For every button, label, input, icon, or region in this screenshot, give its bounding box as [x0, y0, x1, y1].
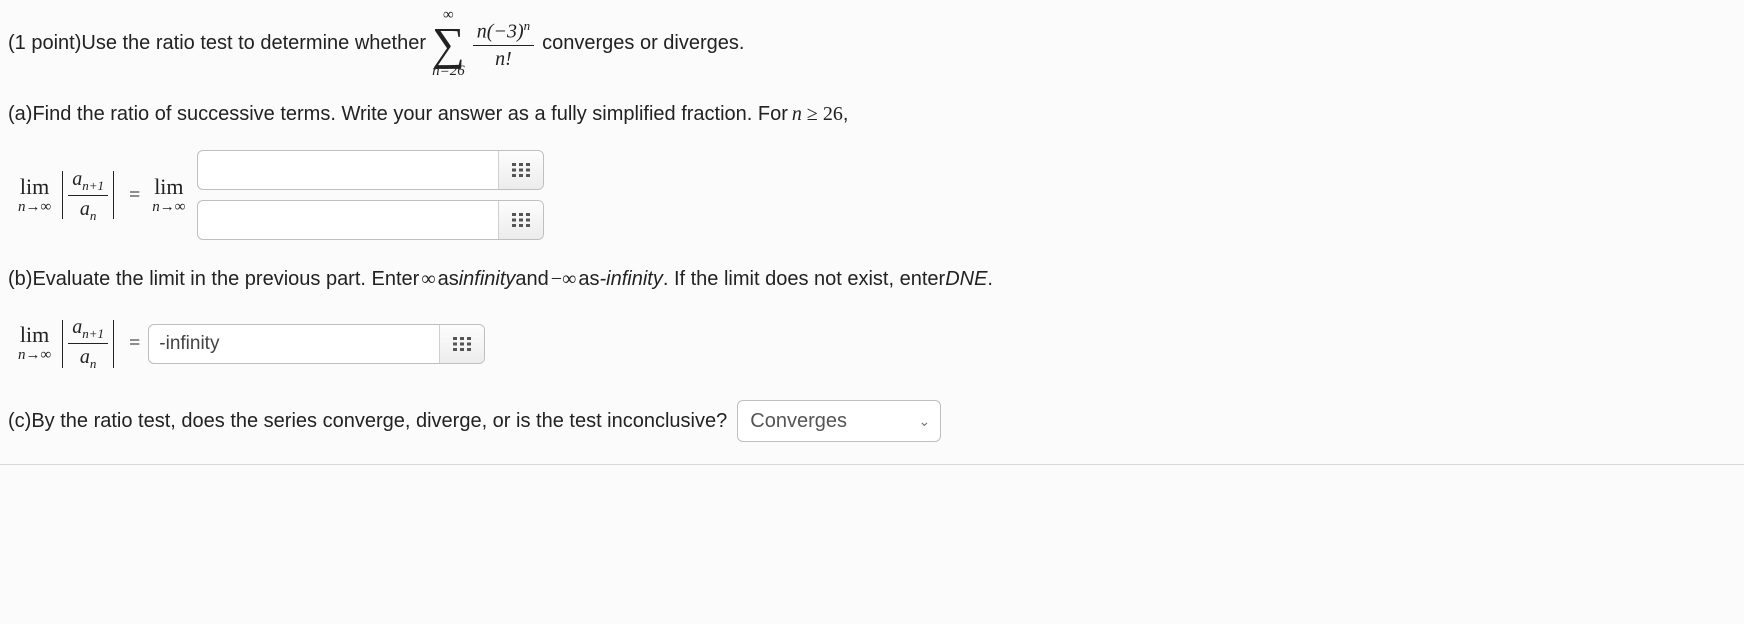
convergence-select[interactable]: Converges ⌄ [737, 400, 941, 442]
ratio-num-a-b: a [72, 316, 82, 338]
denominator-input-wrap [197, 200, 544, 240]
ratio-input-fraction [197, 150, 544, 240]
keypad-icon [512, 163, 530, 177]
sigma-lower: n=26 [432, 64, 465, 79]
sigma-symbol: ∑ [432, 23, 465, 64]
part-b-tail: . [987, 268, 993, 291]
keypad-icon [453, 337, 471, 351]
part-b-t5: . If the limit does not exist, enter [663, 268, 945, 291]
equals-b: = [129, 332, 140, 355]
points-label: (1 point) [8, 32, 81, 55]
ratio-num-sub: n+1 [82, 178, 104, 193]
equals-1: = [129, 184, 140, 207]
lim-sub-2: n→∞ [152, 200, 185, 215]
dne-label: DNE [945, 268, 987, 291]
lim-sub-b: n→∞ [18, 348, 51, 363]
part-c-label: (c) [8, 410, 31, 433]
abs-ratio: an+1 an [59, 167, 117, 224]
part-a-tail: , [843, 103, 849, 126]
limit-input-wrap [148, 324, 485, 364]
inf-sym: ∞ [421, 268, 435, 291]
lim-text-b: lim [20, 324, 49, 346]
part-b-t3: and [515, 268, 548, 291]
part-b-label: (b) [8, 268, 32, 291]
term-denominator: n! [491, 47, 516, 71]
part-b-t2: as [438, 268, 459, 291]
cond-rel: ≥ 26 [802, 103, 843, 125]
part-a-equation: lim n→∞ an+1 an = lim n→∞ [14, 150, 1736, 240]
keypad-button-num[interactable] [498, 151, 543, 189]
chevron-down-icon: ⌄ [919, 413, 931, 430]
problem-statement: (1 point) Use the ratio test to determin… [8, 8, 1736, 79]
part-b-equation: lim n→∞ an+1 an = [14, 315, 1736, 372]
part-c: (c) By the ratio test, does the series c… [8, 400, 1736, 442]
intro-before: Use the ratio test to determine whether [81, 32, 426, 55]
part-b-t1: Evaluate the limit in the previous part.… [32, 268, 419, 291]
part-a-text: (a) Find the ratio of successive terms. … [8, 103, 1736, 126]
term-numerator: n(−3)n [473, 17, 534, 44]
lim-b: lim n→∞ [18, 324, 51, 363]
ratio-den-a-b: a [80, 346, 90, 368]
ratio-den-a: a [80, 198, 90, 220]
select-value: Converges [750, 410, 847, 433]
denominator-input[interactable] [198, 201, 498, 239]
lim-sub: n→∞ [18, 200, 51, 215]
part-c-text: By the ratio test, does the series conve… [31, 410, 727, 433]
lim-right: lim n→∞ [152, 176, 185, 215]
limit-input[interactable] [149, 325, 439, 363]
ratio-frac-b: an+1 an [68, 315, 108, 372]
ratio-num-sub-b: n+1 [82, 326, 104, 341]
keypad-button-b[interactable] [439, 325, 484, 363]
cond-var: n [792, 103, 802, 125]
term-num-base: n(−3) [477, 21, 524, 43]
term-num-exp: n [524, 18, 531, 33]
part-b-t4: as [578, 268, 599, 291]
ratio-den-sub-b: n [90, 356, 97, 371]
part-a-body: Find the ratio of successive terms. Writ… [32, 103, 787, 126]
neg-infinity-word: -infinity [599, 268, 662, 291]
neginf-sym: −∞ [551, 268, 577, 291]
infinity-word: infinity [459, 268, 516, 291]
keypad-icon [512, 213, 530, 227]
part-a-label: (a) [8, 103, 32, 126]
lim-text-2: lim [154, 176, 183, 198]
series-term: n(−3)n n! [473, 17, 534, 71]
ratio-frac: an+1 an [68, 167, 108, 224]
sigma-block: ∞ ∑ n=26 [432, 8, 465, 79]
lim-left: lim n→∞ [18, 176, 51, 215]
ratio-num-a: a [72, 168, 82, 190]
intro-after: converges or diverges. [542, 32, 744, 55]
keypad-button-den[interactable] [498, 201, 543, 239]
part-b-text: (b) Evaluate the limit in the previous p… [8, 268, 1736, 291]
ratio-den-sub: n [90, 208, 97, 223]
numerator-input[interactable] [198, 151, 498, 189]
numerator-input-wrap [197, 150, 544, 190]
lim-text: lim [20, 176, 49, 198]
abs-ratio-b: an+1 an [59, 315, 117, 372]
